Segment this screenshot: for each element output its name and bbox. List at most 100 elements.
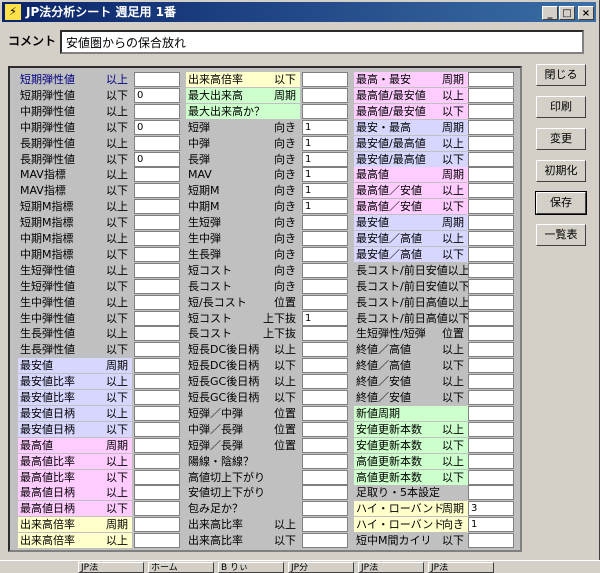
taskbar-item[interactable]: JP法: [428, 562, 494, 573]
condition-value-field[interactable]: [468, 119, 514, 135]
initialize-button[interactable]: 初期化: [536, 160, 586, 182]
condition-value-field[interactable]: [134, 405, 180, 421]
condition-value-field[interactable]: [468, 278, 514, 294]
condition-value-field[interactable]: [134, 103, 180, 119]
condition-value-field[interactable]: [302, 453, 348, 469]
condition-value-field[interactable]: [468, 437, 514, 453]
taskbar-item[interactable]: JP分: [288, 562, 354, 573]
condition-value-field[interactable]: [302, 215, 348, 231]
condition-value-field[interactable]: [302, 87, 348, 103]
condition-value-field[interactable]: [134, 294, 180, 310]
condition-value-field[interactable]: [468, 342, 514, 358]
condition-value-field[interactable]: [134, 72, 180, 87]
condition-value-field[interactable]: [302, 517, 348, 533]
condition-value-field[interactable]: [468, 215, 514, 231]
condition-value-field[interactable]: [302, 358, 348, 374]
condition-value-field[interactable]: 1: [302, 167, 348, 183]
condition-value-field[interactable]: [302, 278, 348, 294]
condition-value-field[interactable]: 1: [302, 310, 348, 326]
taskbar-item[interactable]: B りぃ: [218, 562, 284, 573]
condition-value-field[interactable]: [302, 342, 348, 358]
condition-value-field[interactable]: [468, 405, 514, 421]
condition-value-field[interactable]: [468, 262, 514, 278]
condition-value-field[interactable]: [302, 533, 348, 549]
condition-value-field[interactable]: [134, 135, 180, 151]
condition-value-field[interactable]: 1: [302, 183, 348, 199]
condition-value-field[interactable]: [134, 183, 180, 199]
condition-value-field[interactable]: [468, 533, 514, 549]
condition-value-field[interactable]: [468, 87, 514, 103]
condition-value-field[interactable]: [302, 421, 348, 437]
condition-value-field[interactable]: [468, 246, 514, 262]
condition-value-field[interactable]: [134, 262, 180, 278]
condition-value-field[interactable]: [134, 485, 180, 501]
condition-value-field[interactable]: [302, 501, 348, 517]
condition-value-field[interactable]: [302, 294, 348, 310]
taskbar-item[interactable]: JP法: [78, 562, 144, 573]
condition-value-field[interactable]: [134, 199, 180, 215]
condition-value-field[interactable]: [302, 72, 348, 87]
condition-value-field[interactable]: [134, 453, 180, 469]
condition-value-field[interactable]: [134, 517, 180, 533]
condition-value-field[interactable]: [134, 342, 180, 358]
close-button[interactable]: ×: [578, 6, 594, 20]
condition-value-field[interactable]: 1: [302, 151, 348, 167]
change-button[interactable]: 変更: [536, 128, 586, 150]
condition-value-field[interactable]: [468, 326, 514, 342]
condition-value-field[interactable]: 1: [468, 517, 514, 533]
condition-value-field[interactable]: 1: [302, 135, 348, 151]
condition-value-field[interactable]: [134, 278, 180, 294]
taskbar-item[interactable]: ホーム: [148, 562, 214, 573]
condition-value-field[interactable]: 0: [134, 87, 180, 103]
condition-value-field[interactable]: [134, 390, 180, 405]
condition-value-field[interactable]: [134, 231, 180, 246]
condition-value-field[interactable]: [468, 72, 514, 87]
condition-value-field[interactable]: [302, 469, 348, 485]
list-button[interactable]: 一覧表: [536, 224, 586, 246]
condition-value-field[interactable]: [134, 310, 180, 326]
condition-value-field[interactable]: [468, 294, 514, 310]
condition-value-field[interactable]: 3: [468, 501, 514, 517]
condition-value-field[interactable]: [468, 358, 514, 374]
condition-value-field[interactable]: [468, 469, 514, 485]
condition-value-field[interactable]: [134, 437, 180, 453]
condition-value-field[interactable]: [468, 310, 514, 326]
condition-value-field[interactable]: [302, 405, 348, 421]
maximize-button[interactable]: □: [559, 6, 575, 20]
condition-value-field[interactable]: [134, 421, 180, 437]
condition-value-field[interactable]: [468, 151, 514, 167]
condition-value-field[interactable]: [134, 469, 180, 485]
condition-value-field[interactable]: [302, 246, 348, 262]
condition-value-field[interactable]: 0: [134, 119, 180, 135]
save-button[interactable]: 保存: [535, 191, 587, 215]
condition-value-field[interactable]: [302, 390, 348, 405]
condition-value-field[interactable]: [134, 326, 180, 342]
condition-value-field[interactable]: [134, 533, 180, 549]
condition-value-field[interactable]: [134, 167, 180, 183]
close-form-button[interactable]: 閉じる: [536, 64, 586, 86]
condition-value-field[interactable]: 0: [134, 151, 180, 167]
condition-value-field[interactable]: [468, 231, 514, 246]
condition-value-field[interactable]: [134, 246, 180, 262]
minimize-button[interactable]: _: [542, 6, 558, 20]
condition-value-field[interactable]: [134, 374, 180, 390]
condition-value-field[interactable]: [468, 199, 514, 215]
taskbar-item[interactable]: JP法: [358, 562, 424, 573]
condition-value-field[interactable]: [468, 167, 514, 183]
condition-value-field[interactable]: [302, 262, 348, 278]
condition-value-field[interactable]: [302, 231, 348, 246]
condition-value-field[interactable]: [468, 485, 514, 501]
condition-value-field[interactable]: [468, 183, 514, 199]
condition-value-field[interactable]: [468, 103, 514, 119]
condition-value-field[interactable]: [468, 390, 514, 405]
condition-value-field[interactable]: [468, 135, 514, 151]
print-button[interactable]: 印刷: [536, 96, 586, 118]
condition-value-field[interactable]: [468, 453, 514, 469]
comment-field[interactable]: 安値圏からの保合放れ: [60, 30, 584, 54]
condition-value-field[interactable]: [302, 437, 348, 453]
condition-value-field[interactable]: [302, 103, 348, 119]
condition-value-field[interactable]: 1: [302, 199, 348, 215]
condition-value-field[interactable]: 1: [302, 119, 348, 135]
condition-value-field[interactable]: [302, 374, 348, 390]
condition-value-field[interactable]: [302, 485, 348, 501]
